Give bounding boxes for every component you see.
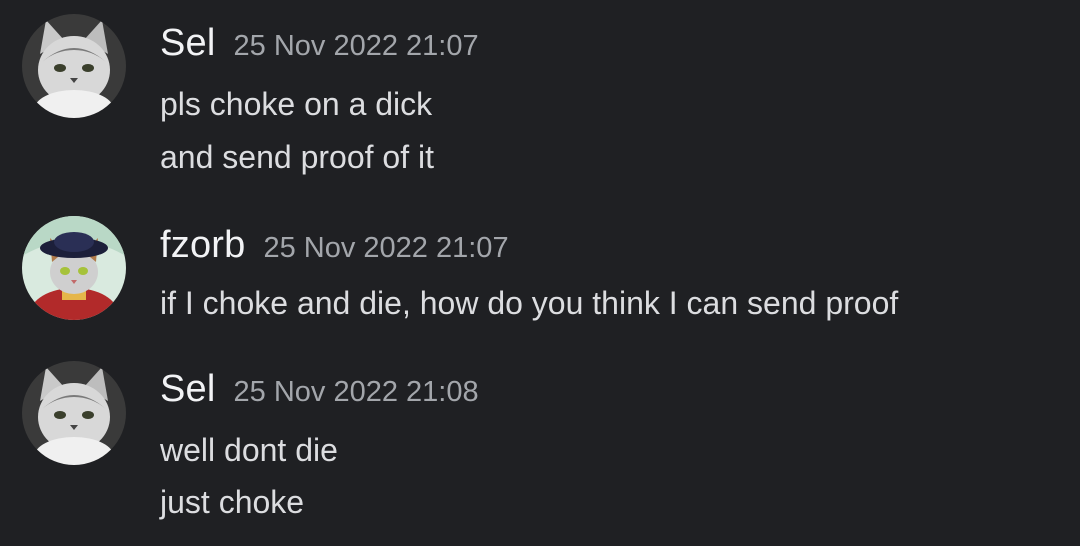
username[interactable]: Sel [160, 368, 216, 411]
message-header: fzorb 25 Nov 2022 21:07 [160, 224, 509, 267]
gray-cat-avatar-icon[interactable] [22, 361, 126, 465]
timestamp: 25 Nov 2022 21:07 [263, 232, 509, 264]
message-text: well dont die [160, 432, 338, 468]
message-header: Sel 25 Nov 2022 21:07 [160, 22, 479, 65]
username[interactable]: fzorb [160, 224, 245, 267]
username[interactable]: Sel [160, 22, 216, 65]
timestamp: 25 Nov 2022 21:07 [233, 30, 479, 62]
message-text: and send proof of it [160, 139, 434, 175]
message-text: just choke [160, 484, 305, 520]
gray-cat-avatar-icon[interactable] [22, 14, 126, 118]
message-text: pls choke on a dick [160, 86, 433, 122]
timestamp: 25 Nov 2022 21:08 [233, 376, 479, 408]
cat-in-hat-avatar-icon[interactable] [22, 216, 126, 320]
message-header: Sel 25 Nov 2022 21:08 [160, 368, 479, 411]
message-text: if I choke and die, how do you think I c… [160, 285, 899, 321]
